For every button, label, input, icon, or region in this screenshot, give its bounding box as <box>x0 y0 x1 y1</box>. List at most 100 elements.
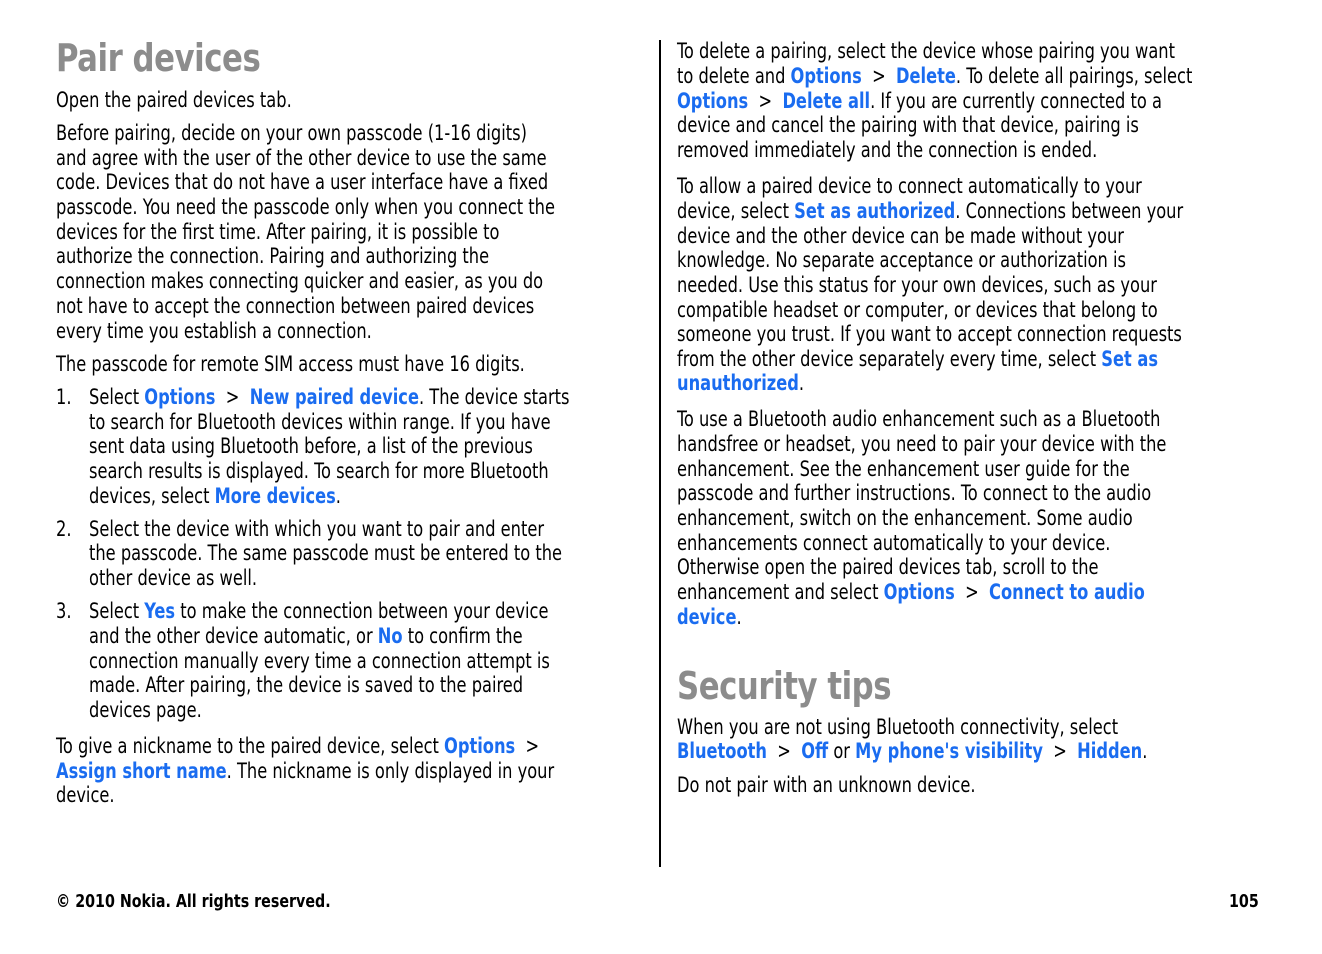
text: . To delete all pairings, select <box>955 64 1193 88</box>
text-line: code. Devices that do not have a user in… <box>56 170 549 194</box>
keyword-delete-all: Delete all <box>782 89 871 113</box>
keyword-options: Options <box>883 580 955 604</box>
keyword-options: Options <box>790 64 862 88</box>
text-line: enhancements connect automatically to yo… <box>677 531 1111 555</box>
text: . <box>798 371 805 395</box>
paragraph-unknown-device: Do not pair with an unknown device. <box>677 773 976 797</box>
text-line: device, select Set as authorized. Connec… <box>677 199 1183 224</box>
text-line: someone you trust. If you want to accept… <box>677 322 1182 346</box>
text: . The device starts <box>418 385 570 409</box>
text-line: to search for Bluetooth devices within r… <box>89 410 551 434</box>
text-line: To use a Bluetooth audio enhancement suc… <box>677 407 1161 431</box>
text-line: device. <box>56 783 115 807</box>
keyword-assign-short-name: Assign short name <box>56 759 227 783</box>
text-line: To delete a pairing, select the device w… <box>677 39 1175 63</box>
section-heading-pair-devices: Pair devices <box>56 36 261 80</box>
text-line: authorize the connection. Pairing and au… <box>56 244 490 268</box>
text: Select <box>89 385 145 409</box>
text-line: and agree with the user of the other dev… <box>56 146 547 170</box>
text-line: passcode. You need the passcode only whe… <box>56 195 555 219</box>
keyword-connect-to-audio-device: Connect to audio <box>989 580 1145 604</box>
paragraph-open-tab: Open the paired devices tab. <box>56 88 292 112</box>
text-line: enhancement and select Options > Connect… <box>677 580 1145 605</box>
text-line: Select the device with which you want to… <box>89 517 545 541</box>
text-line: device and cancel the pairing with that … <box>677 113 1139 137</box>
text-line: Select Options > New paired device. The … <box>89 385 570 410</box>
text-line: enhancement. See the enhancement user gu… <box>677 457 1130 481</box>
text: . Connections between your <box>955 199 1184 223</box>
text-line: the passcode. The same passcode must be … <box>89 541 563 565</box>
text: . <box>335 484 341 508</box>
footer-copyright: © 2010 Nokia. All rights reserved. <box>56 891 331 912</box>
text: devices, select <box>89 484 215 508</box>
column-divider <box>659 40 661 867</box>
text-line: Assign short name. The nickname is only … <box>56 759 554 784</box>
text-line: sent data using Bluetooth before, a list… <box>89 434 533 458</box>
text-line: device and the other device can be made … <box>677 224 1124 248</box>
text-line: made. After pairing, the device is saved… <box>89 673 524 697</box>
keyword-unauthorized: unauthorized <box>677 371 799 395</box>
text-line: Select Yes to make the connection betwee… <box>89 599 548 624</box>
separator: > <box>515 734 540 758</box>
keyword-delete: Delete <box>896 64 956 88</box>
text: To give a nickname to the paired device,… <box>56 734 445 758</box>
text-line: and the other device automatic, or No to… <box>89 624 523 649</box>
text-line: enhancement, switch on the enhancement. … <box>677 506 1133 530</box>
keyword-more-devices: More devices <box>214 484 336 508</box>
keyword-options: Options <box>444 734 516 758</box>
paragraph-sim-passcode: The passcode for remote SIM access must … <box>56 352 525 376</box>
separator: > <box>954 580 990 604</box>
text: to delete and <box>677 64 791 88</box>
text-line: every time you establish a connection. <box>56 319 372 343</box>
text-line: To give a nickname to the paired device,… <box>56 734 539 759</box>
text: . <box>1142 739 1148 763</box>
keyword-options: Options <box>144 385 216 409</box>
text-line: device. <box>677 605 742 630</box>
text-line: removed immediately and the connection i… <box>677 138 1098 162</box>
keyword-set-as-authorized: Set as authorized <box>794 199 956 223</box>
list-number: 3. <box>56 599 72 623</box>
text-line: devices, select More devices. <box>89 484 341 509</box>
text-line: from the other device separately every t… <box>677 347 1158 372</box>
separator: > <box>215 385 250 409</box>
text-line: To allow a paired device to connect auto… <box>677 174 1142 198</box>
keyword-no: No <box>377 624 403 648</box>
text: or <box>828 739 856 763</box>
keyword-options: Options <box>677 89 749 113</box>
text-line: other device as well. <box>89 566 258 590</box>
text: device, select <box>677 199 795 223</box>
text-line: Options > Delete all. If you are current… <box>677 89 1162 114</box>
keyword-new-paired-device: New paired device <box>249 385 419 409</box>
keyword-hidden: Hidden <box>1077 739 1143 763</box>
text-line: devices page. <box>89 698 202 722</box>
text-line: Bluetooth > Off or My phone's visibility… <box>677 739 1147 764</box>
text: . If you are currently connected to a <box>870 89 1162 113</box>
text-line: needed. Use this status for your own dev… <box>677 273 1157 297</box>
separator: > <box>766 739 802 763</box>
text: . The nickname is only displayed in your <box>226 759 555 783</box>
keyword-bluetooth: Bluetooth <box>677 739 767 763</box>
text-line: Otherwise open the paired devices tab, s… <box>677 555 1099 579</box>
text-line: devices for the first time. After pairin… <box>56 220 500 244</box>
text-line: connection manually every time a connect… <box>89 649 550 673</box>
separator: > <box>1042 739 1078 763</box>
text: to confirm the <box>402 624 523 648</box>
keyword-my-phones-visibility: My phone's visibility <box>855 739 1043 763</box>
text-line: handsfree or headset, you need to pair y… <box>677 432 1167 456</box>
text-line: connection makes connecting quicker and … <box>56 269 544 293</box>
text-line: search results is displayed. To search f… <box>89 459 549 483</box>
list-number: 2. <box>56 517 72 541</box>
text: from the other device separately every t… <box>677 347 1102 371</box>
keyword-off: Off <box>801 739 829 763</box>
text: to make the connection between your devi… <box>175 599 549 623</box>
keyword-device: device <box>677 605 737 629</box>
text: . <box>736 605 742 629</box>
text: enhancement and select <box>677 580 884 604</box>
text-line: compatible headset or computer, or devic… <box>677 298 1158 322</box>
text: Select <box>89 599 145 623</box>
text-line: When you are not using Bluetooth connect… <box>677 715 1119 739</box>
text-line: unauthorized. <box>677 371 804 396</box>
text-line: Before pairing, decide on your own passc… <box>56 121 527 145</box>
separator: > <box>861 64 897 88</box>
text-line: passcode and further instructions. To co… <box>677 481 1152 505</box>
